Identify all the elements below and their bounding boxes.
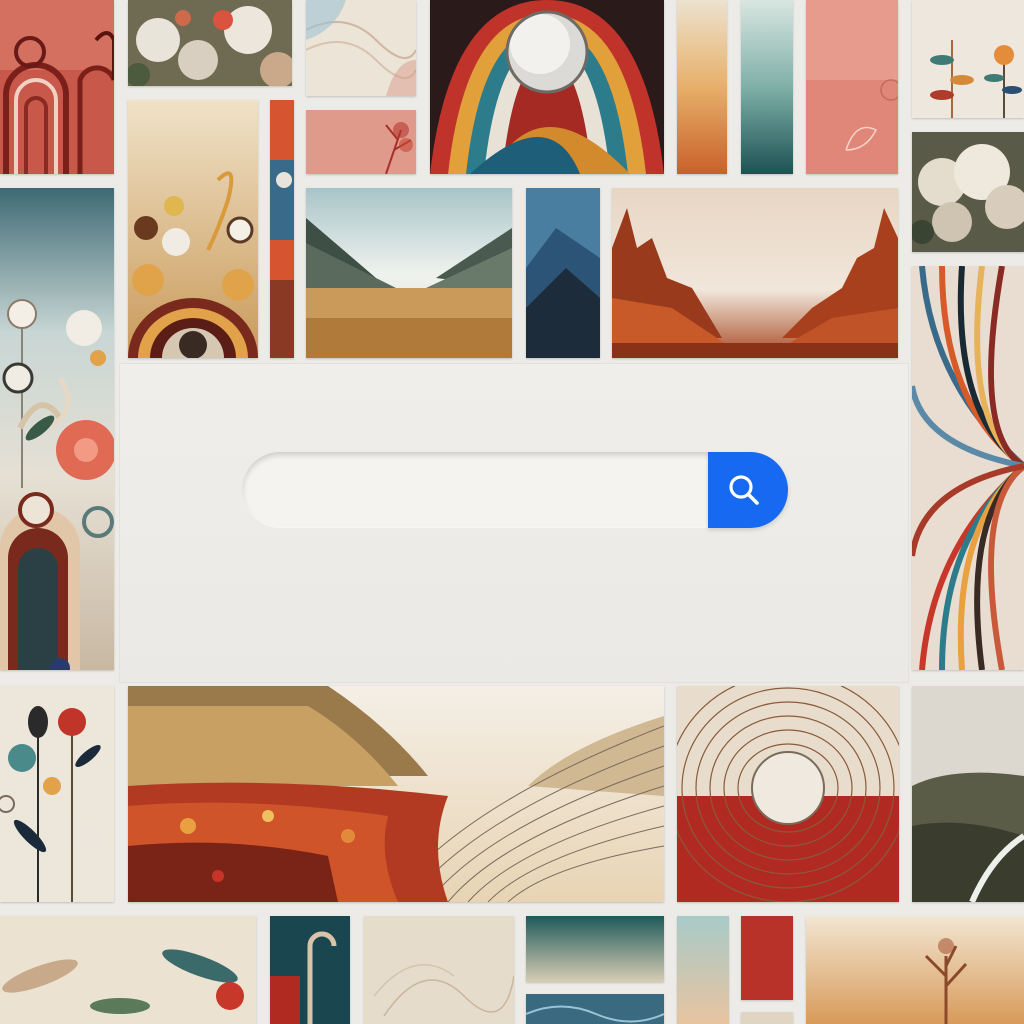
- thumbnail-mint-gradient[interactable]: [677, 916, 729, 1024]
- thumbnail-orange-gradient[interactable]: [677, 0, 727, 174]
- thumbnail-red-block[interactable]: [741, 916, 793, 1000]
- thumbnail-red-ripple-circle[interactable]: [677, 686, 899, 902]
- thumbnail-teal-gradient[interactable]: [741, 0, 793, 174]
- thumbnail-white-flowers[interactable]: [128, 0, 292, 86]
- thumbnail-pink-branch[interactable]: [306, 110, 416, 174]
- thumbnail-misty-valley[interactable]: [306, 188, 512, 358]
- thumbnail-blue-ripples[interactable]: [526, 994, 664, 1024]
- thumbnail-radiating-lines[interactable]: [912, 266, 1024, 670]
- thumbnail-red-arches[interactable]: [0, 0, 114, 174]
- thumbnail-desert-plant[interactable]: [806, 916, 1024, 1024]
- thumbnail-flower-field-waves[interactable]: [128, 686, 664, 902]
- thumbnail-teal-horizon[interactable]: [526, 916, 664, 982]
- thumbnail-misty-river[interactable]: [912, 686, 1024, 902]
- thumbnail-botanical-leaves[interactable]: [912, 0, 1024, 118]
- search-button[interactable]: [708, 452, 788, 528]
- thumbnail-pink-sketch[interactable]: [806, 0, 898, 174]
- art-gallery-canvas: [0, 0, 1024, 1024]
- thumbnail-teal-arch[interactable]: [270, 916, 350, 1024]
- thumbnail-autumn-forest[interactable]: [612, 188, 898, 358]
- search-input[interactable]: [242, 452, 742, 528]
- search-icon: [729, 475, 759, 505]
- thumbnail-balloon-stems[interactable]: [0, 686, 114, 902]
- thumbnail-abstract-garden[interactable]: [0, 188, 114, 670]
- thumbnail-pale-waves[interactable]: [306, 0, 416, 96]
- thumbnail-white-tree[interactable]: [912, 132, 1024, 252]
- thumbnail-cream-sketch[interactable]: [364, 916, 514, 1024]
- thumbnail-rainbow-orb[interactable]: [430, 0, 664, 174]
- thumbnail-golden-spheres[interactable]: [128, 100, 258, 358]
- search-bar: [242, 452, 788, 528]
- thumbnail-tropical-leaves[interactable]: [0, 916, 256, 1024]
- thumbnail-blue-mountains[interactable]: [526, 188, 600, 358]
- thumbnail-narrow-swirl[interactable]: [270, 100, 294, 358]
- thumbnail-cream-block[interactable]: [741, 1012, 793, 1024]
